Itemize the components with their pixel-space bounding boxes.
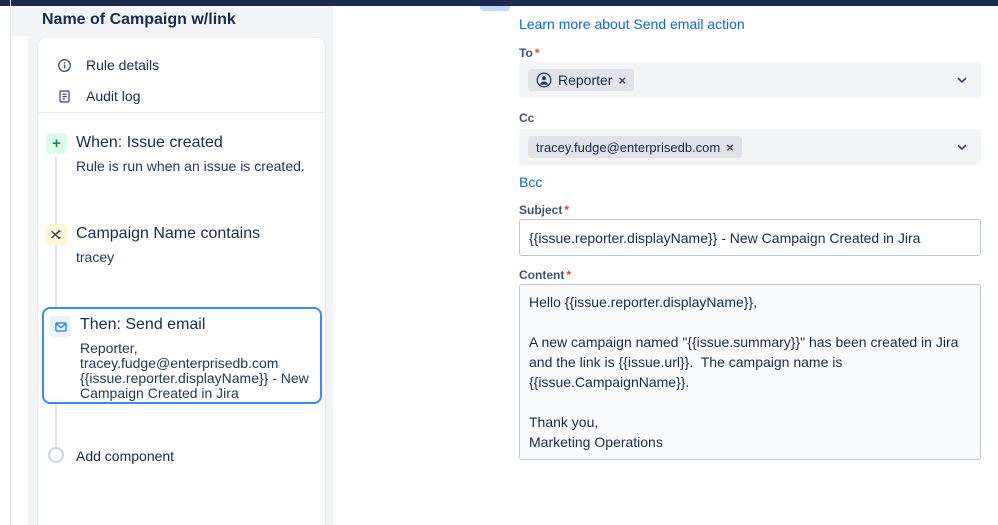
required-asterisk: * <box>534 46 540 60</box>
person-icon <box>536 72 552 88</box>
info-icon <box>57 58 72 73</box>
cc-chip: tracey.fudge@enterprisedb.com × <box>528 136 742 158</box>
sidebar-item-label: Audit log <box>86 88 141 104</box>
subject-input[interactable] <box>519 219 981 256</box>
plus-icon: + <box>46 133 67 154</box>
subject-label: Subject * <box>519 203 570 217</box>
shuffle-icon <box>46 224 67 245</box>
bcc-link[interactable]: Bcc <box>519 174 542 190</box>
cc-select[interactable]: tracey.fudge@enterprisedb.com × <box>519 129 981 165</box>
sidebar-item-rule-details[interactable]: Rule details <box>38 50 325 80</box>
email-icon <box>50 316 71 337</box>
required-asterisk: * <box>566 268 571 282</box>
rule-name-title: Name of Campaign w/link <box>42 11 236 28</box>
remove-chip-icon[interactable]: × <box>726 141 734 154</box>
content-label: Content * <box>519 268 571 282</box>
sidebar-item-audit-log[interactable]: Audit log <box>38 81 325 111</box>
condition-description: tracey <box>76 249 115 265</box>
content-textarea[interactable]: Hello {{issue.reporter.displayName}}, A … <box>519 284 981 460</box>
learn-more-link[interactable]: Learn more about Send email action <box>519 16 745 32</box>
remove-chip-icon[interactable]: × <box>618 74 626 87</box>
required-asterisk: * <box>564 203 570 217</box>
condition-title[interactable]: Campaign Name contains <box>76 225 260 243</box>
sidebar-divider <box>38 112 325 113</box>
add-component-button[interactable]: Add component <box>76 448 174 464</box>
chevron-down-icon[interactable] <box>955 73 969 87</box>
scrollbar-thumb[interactable] <box>480 6 510 11</box>
to-chip: Reporter × <box>528 69 635 91</box>
sidebar-left-border <box>10 0 11 525</box>
sidebar-item-label: Rule details <box>86 57 160 73</box>
to-label: To * <box>519 46 540 60</box>
action-description: Reporter, tracey.fudge@enterprisedb.com … <box>80 340 309 401</box>
chevron-down-icon[interactable] <box>955 140 969 154</box>
to-select[interactable]: Reporter × <box>519 62 981 98</box>
add-component-icon[interactable] <box>48 447 64 463</box>
trigger-description: Rule is run when an issue is created. <box>76 158 305 174</box>
cc-label: Cc <box>519 111 535 125</box>
audit-log-icon <box>57 89 72 104</box>
trigger-title[interactable]: When: Issue created <box>76 134 223 152</box>
action-title[interactable]: Then: Send email <box>80 316 205 334</box>
